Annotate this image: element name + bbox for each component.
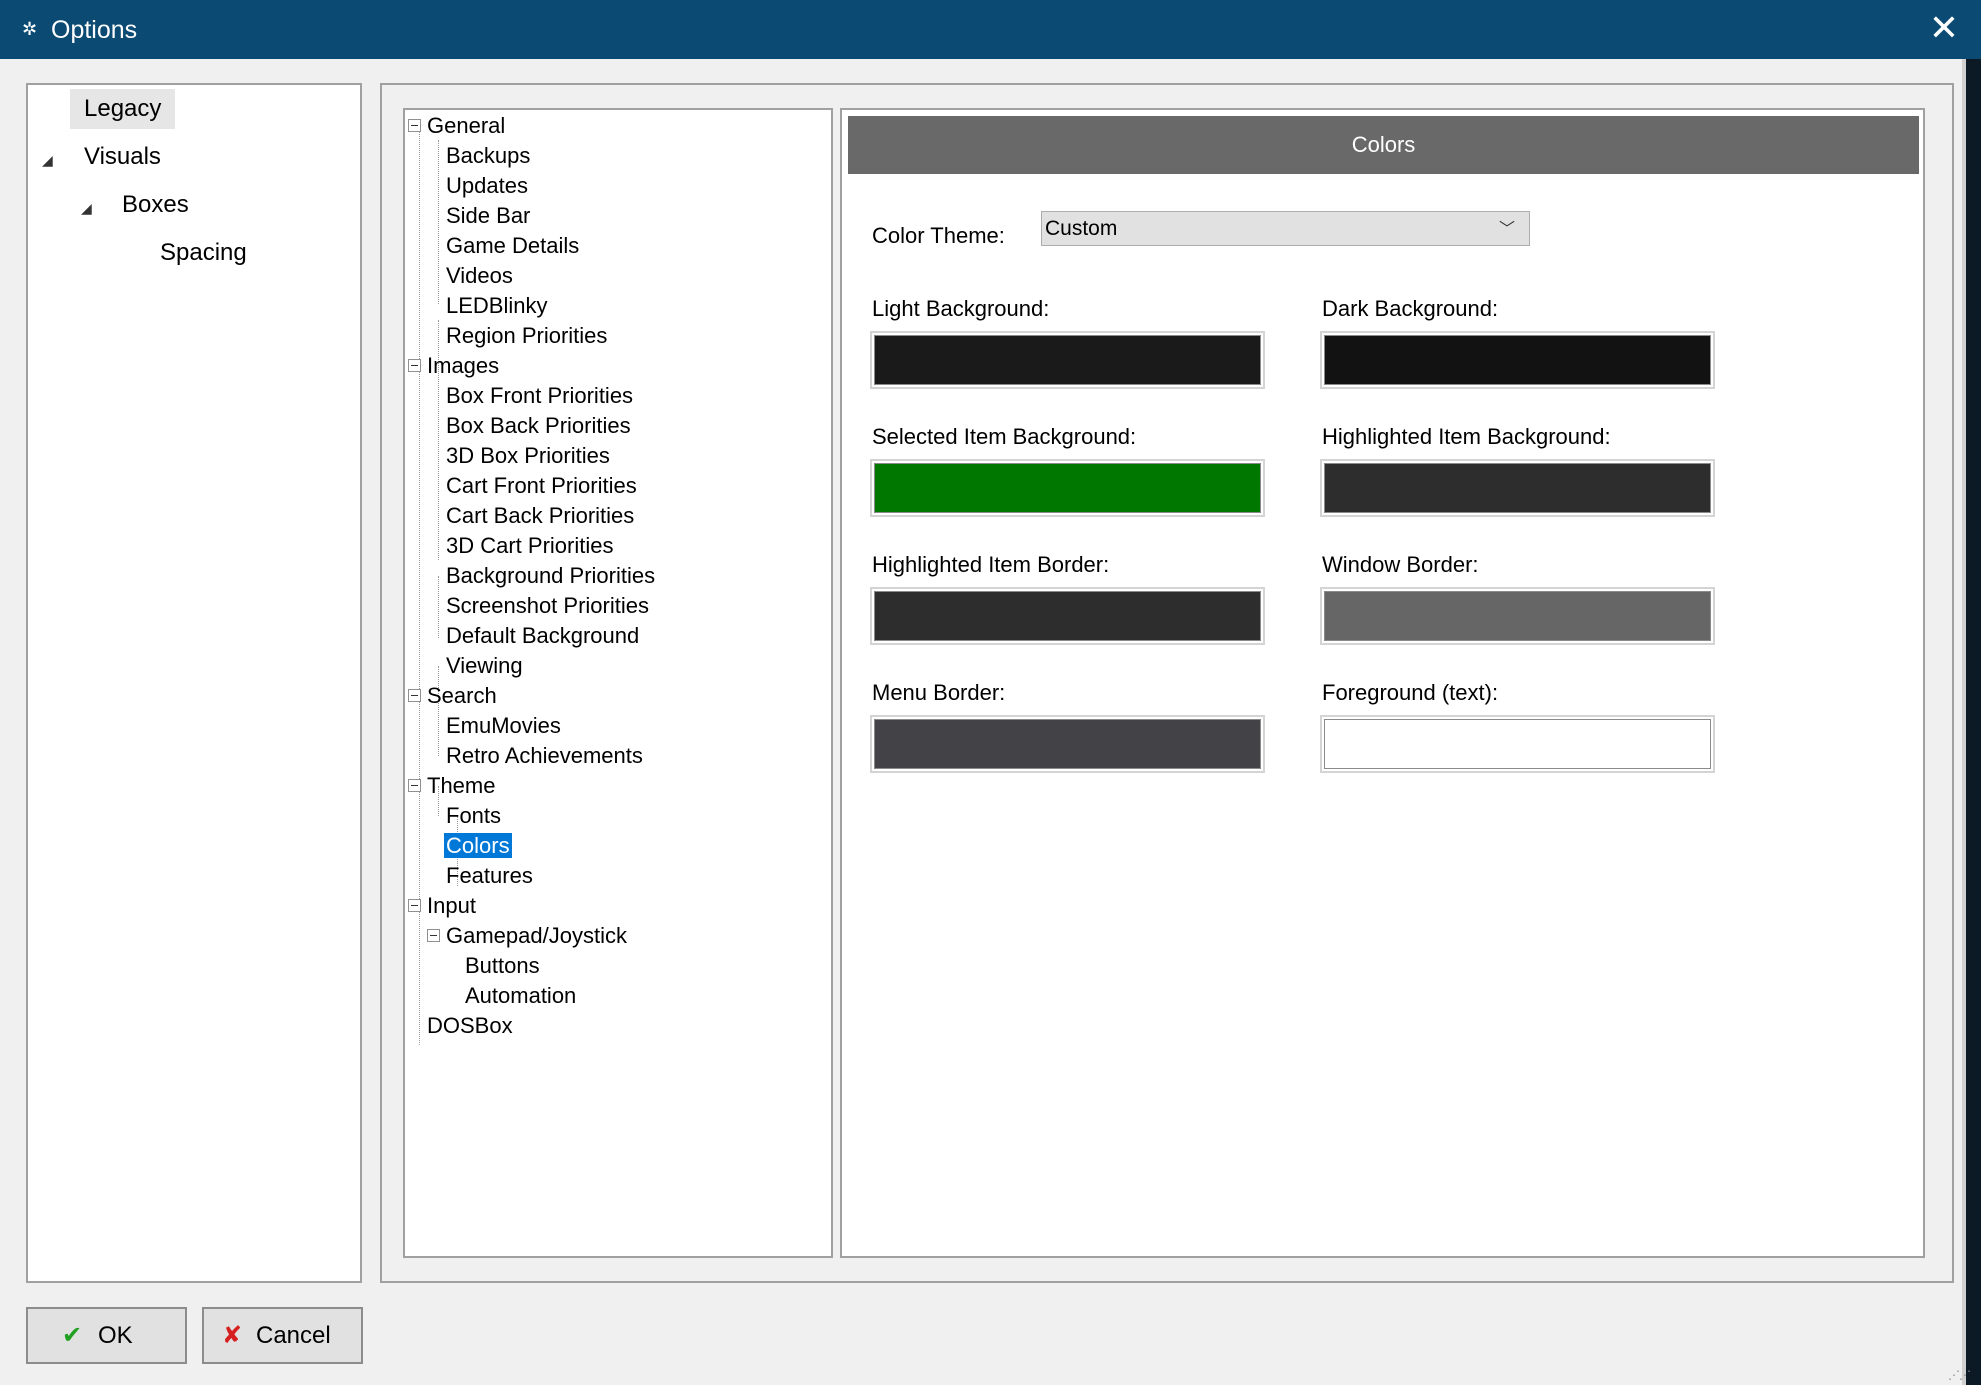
checkmark-icon: ✔ xyxy=(62,1321,83,1349)
nav-item-boxes[interactable]: Boxes xyxy=(108,185,203,225)
color-theme-label: Color Theme: xyxy=(872,223,1005,248)
tree-item-colors[interactable]: Colors xyxy=(444,831,512,861)
menu-border-swatch[interactable] xyxy=(870,715,1265,773)
tree-item-search[interactable]: Search xyxy=(425,681,499,711)
tree-item[interactable]: Background Priorities xyxy=(444,561,657,591)
highlighted-item-border-swatch[interactable] xyxy=(870,587,1265,645)
light-background-label: Light Background: xyxy=(872,296,1050,321)
foreground-text-label: Foreground (text): xyxy=(1322,680,1499,705)
close-icon[interactable]: ✕ xyxy=(1929,10,1959,48)
tree-item[interactable]: Backups xyxy=(444,141,532,171)
tree-item-dosbox[interactable]: DOSBox xyxy=(425,1011,515,1041)
collapse-icon[interactable] xyxy=(408,899,421,912)
collapse-icon[interactable] xyxy=(408,779,421,792)
collapse-icon[interactable] xyxy=(408,119,421,132)
window-border-label: Window Border: xyxy=(1322,552,1479,577)
tree-item[interactable]: Region Priorities xyxy=(444,321,609,351)
window-border-swatch[interactable] xyxy=(1320,587,1715,645)
tree-item-input[interactable]: Input xyxy=(425,891,478,921)
tree-item[interactable]: Features xyxy=(444,861,535,891)
left-nav-panel: Legacy ◢ Visuals ◢ Boxes Spacing xyxy=(26,83,362,1283)
tree-item[interactable]: Automation xyxy=(463,981,578,1011)
tree-item[interactable]: Default Background xyxy=(444,621,641,651)
tree-item[interactable]: Retro Achievements xyxy=(444,741,645,771)
selected-item-background-label: Selected Item Background: xyxy=(872,424,1137,449)
ok-button[interactable]: ✔ OK xyxy=(26,1307,187,1364)
tree-item-gamepad[interactable]: Gamepad/Joystick xyxy=(444,921,629,951)
dark-background-label: Dark Background: xyxy=(1322,296,1499,321)
gear-icon: ✲ xyxy=(22,19,38,39)
tree-item-theme[interactable]: Theme xyxy=(425,771,497,801)
highlighted-item-background-label: Highlighted Item Background: xyxy=(1322,424,1611,449)
nav-item-spacing[interactable]: Spacing xyxy=(146,233,261,273)
foreground-text-swatch[interactable] xyxy=(1320,715,1715,773)
options-tree: General Backups Updates Side Bar Game De… xyxy=(403,108,833,1258)
tree-connector xyxy=(438,576,439,638)
tree-item[interactable]: Cart Back Priorities xyxy=(444,501,636,531)
title-bar: ✲ Options ✕ xyxy=(0,0,1981,59)
color-theme-select[interactable]: Custom ﹀ xyxy=(1041,211,1530,246)
tree-item[interactable]: Screenshot Priorities xyxy=(444,591,651,621)
chevron-down-icon: ﹀ xyxy=(1498,219,1515,238)
collapse-icon[interactable] xyxy=(427,929,440,942)
window-title: Options xyxy=(51,16,138,44)
tree-item[interactable]: Box Back Priorities xyxy=(444,411,633,441)
highlighted-item-border-label: Highlighted Item Border: xyxy=(872,552,1110,577)
nav-item-legacy[interactable]: Legacy xyxy=(70,89,176,129)
tree-item[interactable]: EmuMovies xyxy=(444,711,563,741)
light-background-swatch[interactable] xyxy=(870,331,1265,389)
nav-item-visuals[interactable]: Visuals xyxy=(70,137,175,177)
tree-item[interactable]: Side Bar xyxy=(444,201,532,231)
colors-settings-panel: Colors Color Theme: Custom ﹀ Light Backg… xyxy=(840,108,1925,1258)
tree-item[interactable]: Buttons xyxy=(463,951,542,981)
collapse-icon[interactable] xyxy=(408,689,421,702)
dark-background-swatch[interactable] xyxy=(1320,331,1715,389)
tree-item[interactable]: Updates xyxy=(444,171,530,201)
background-window-edge xyxy=(1962,59,1981,1385)
tree-connector xyxy=(438,140,439,304)
collapse-icon[interactable] xyxy=(408,359,421,372)
x-icon: ✘ xyxy=(222,1321,243,1349)
tree-item[interactable]: Cart Front Priorities xyxy=(444,471,639,501)
color-theme-value: Custom xyxy=(1045,217,1118,240)
tree-item-general[interactable]: General xyxy=(425,111,507,141)
tree-item[interactable]: Game Details xyxy=(444,231,581,261)
tree-item[interactable]: 3D Box Priorities xyxy=(444,441,612,471)
tree-item[interactable]: Fonts xyxy=(444,801,503,831)
highlighted-item-background-swatch[interactable] xyxy=(1320,459,1715,517)
tree-item[interactable]: 3D Cart Priorities xyxy=(444,531,615,561)
cancel-button[interactable]: ✘ Cancel xyxy=(202,1307,363,1364)
resize-grip-icon[interactable]: ⋰⋰ xyxy=(1948,1368,1971,1382)
section-header: Colors xyxy=(848,116,1919,174)
expand-triangle-icon[interactable]: ◢ xyxy=(81,200,92,217)
tree-item-images[interactable]: Images xyxy=(425,351,501,381)
menu-border-label: Menu Border: xyxy=(872,680,1006,705)
selected-item-background-swatch[interactable] xyxy=(870,459,1265,517)
tree-item[interactable]: LEDBlinky xyxy=(444,291,549,321)
tree-item[interactable]: Box Front Priorities xyxy=(444,381,635,411)
tree-item[interactable]: Viewing xyxy=(444,651,525,681)
tree-item[interactable]: Videos xyxy=(444,261,515,291)
tree-connector xyxy=(438,666,439,756)
expand-triangle-icon[interactable]: ◢ xyxy=(42,152,53,169)
